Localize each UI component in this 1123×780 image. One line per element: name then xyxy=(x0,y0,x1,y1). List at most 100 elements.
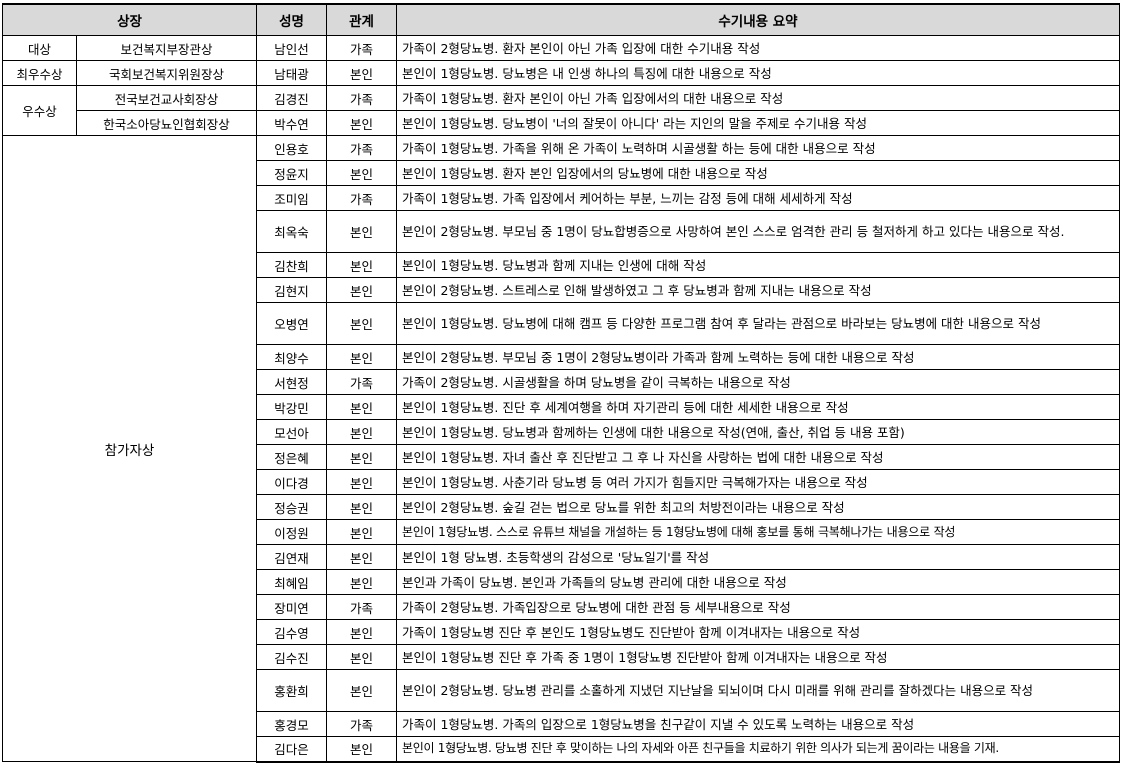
name-cell: 홍경모 xyxy=(256,711,327,737)
name-cell: 오병연 xyxy=(256,302,327,345)
relation-cell: 본인 xyxy=(326,469,397,495)
header-award: 상장 xyxy=(2,3,257,36)
name-cell: 인용호 xyxy=(256,135,327,161)
header-relation: 관계 xyxy=(326,3,397,36)
name-cell: 남태광 xyxy=(256,60,327,86)
relation-cell: 가족 xyxy=(326,135,397,161)
name-cell: 정승권 xyxy=(256,494,327,520)
summary-cell: 본인이 1형당뇨병. 자녀 출산 후 진단받고 그 후 나 자신을 사랑하는 법… xyxy=(396,444,1120,470)
name-cell: 장미연 xyxy=(256,594,327,620)
relation-cell: 본인 xyxy=(326,210,397,253)
relation-cell: 본인 xyxy=(326,569,397,595)
name-cell: 최옥숙 xyxy=(256,210,327,253)
summary-cell: 본인이 1형당뇨병 진단 후 가족 중 1명이 1형당뇨병 진단받아 함께 이겨… xyxy=(396,644,1120,670)
name-cell: 정윤지 xyxy=(256,160,327,186)
name-cell: 김수영 xyxy=(256,619,327,645)
name-cell: 남인선 xyxy=(256,35,327,61)
table-row: 한국소아당뇨인협회장상 박수연 본인 본인이 1형당뇨병. 당뇨병이 '너의 잘… xyxy=(3,110,1120,136)
award-title: 한국소아당뇨인협회장상 xyxy=(76,110,257,136)
summary-cell: 본인이 1형당뇨병. 당뇨병에 대해 캠프 등 다양한 프로그램 참여 후 달라… xyxy=(396,302,1120,345)
relation-cell: 본인 xyxy=(326,160,397,186)
name-cell: 홍환희 xyxy=(256,669,327,712)
table-row: 대상 보건복지부장관상 남인선 가족 가족이 2형당뇨병. 환자 본인이 아닌 … xyxy=(2,35,1120,61)
name-cell: 박강민 xyxy=(256,394,327,420)
relation-cell: 가족 xyxy=(326,35,397,61)
award-title: 전국보건교사회장상 xyxy=(76,85,257,111)
relation-cell: 본인 xyxy=(326,736,397,763)
summary-cell: 가족이 1형당뇨병. 가족을 위해 온 가족이 노력하며 시골생활 하는 등에 … xyxy=(396,135,1120,161)
name-cell: 김연재 xyxy=(256,544,327,570)
relation-cell: 본인 xyxy=(326,619,397,645)
name-cell: 박수연 xyxy=(256,110,327,136)
relation-cell: 본인 xyxy=(326,544,397,570)
name-cell: 김찬희 xyxy=(256,252,327,278)
summary-cell: 가족이 2형당뇨병. 환자 본인이 아닌 가족 입장에 대한 수기내용 작성 xyxy=(396,35,1120,61)
name-cell: 최양수 xyxy=(256,344,327,370)
summary-cell: 본인이 2형당뇨병. 스트레스로 인해 발생하였고 그 후 당뇨병과 함께 지내… xyxy=(396,277,1120,303)
award-title: 보건복지부장관상 xyxy=(76,35,257,61)
name-cell: 김현지 xyxy=(256,277,327,303)
summary-cell: 본인과 가족이 당뇨병. 본인과 가족들의 당뇨병 관리에 대한 내용으로 작성 xyxy=(396,569,1120,595)
relation-cell: 본인 xyxy=(326,110,397,136)
table-row: 최우수상 국회보건복지위원장상 남태광 본인 본인이 1형당뇨병. 당뇨병은 내… xyxy=(2,60,1120,86)
summary-cell: 가족이 1형당뇨병 진단 후 본인도 1형당뇨병도 진단받아 함께 이겨내자는 … xyxy=(396,619,1120,645)
relation-cell: 본인 xyxy=(326,394,397,420)
summary-cell: 본인이 2형당뇨병. 부모님 중 1명이 당뇨합병증으로 사망하여 본인 스스로… xyxy=(396,210,1120,253)
table-row: 참가자상 인용호 가족 가족이 1형당뇨병. 가족을 위해 온 가족이 노력하며… xyxy=(2,135,1120,762)
award-table: 상장 성명 관계 수기내용 요약 대상 보건복지부장관상 남인선 가족 가족이 … xyxy=(2,3,1120,763)
award-category: 우수상 xyxy=(2,85,77,136)
relation-cell: 가족 xyxy=(326,711,397,737)
relation-cell: 본인 xyxy=(326,419,397,445)
relation-cell: 본인 xyxy=(326,669,397,712)
name-cell: 이다경 xyxy=(256,469,327,495)
summary-cell: 본인이 1형당뇨병. 진단 후 세계여행을 하며 자기관리 등에 대한 세세한 … xyxy=(396,394,1120,420)
relation-cell: 가족 xyxy=(326,185,397,211)
relation-cell: 본인 xyxy=(326,344,397,370)
relation-cell: 가족 xyxy=(326,594,397,620)
name-cell: 김경진 xyxy=(256,85,327,111)
summary-cell: 본인이 2형당뇨병. 당뇨병 관리를 소홀하게 지냈던 지난날을 되뇌이며 다시… xyxy=(396,669,1120,712)
summary-cell: 본인이 1형당뇨병. 스스로 유튜브 채널을 개설하는 등 1형당뇨병에 대해 … xyxy=(396,519,1120,545)
relation-cell: 본인 xyxy=(326,277,397,303)
relation-cell: 본인 xyxy=(326,519,397,545)
relation-cell: 본인 xyxy=(326,302,397,345)
summary-cell: 본인이 1형당뇨병. 사춘기라 당뇨병 등 여러 가지가 힘들지만 극복해가자는… xyxy=(396,469,1120,495)
relation-cell: 본인 xyxy=(326,60,397,86)
name-cell: 모선아 xyxy=(256,419,327,445)
relation-cell: 본인 xyxy=(326,494,397,520)
table-row: 우수상 전국보건교사회장상 김경진 가족 가족이 1형당뇨병. 환자 본인이 아… xyxy=(2,85,1120,136)
summary-cell: 가족이 1형당뇨병. 환자 본인이 아닌 가족 입장에서의 대한 내용으로 작성 xyxy=(396,85,1120,111)
summary-cell: 가족이 1형당뇨병. 가족의 입장으로 1형당뇨병을 친구같이 지낼 수 있도록… xyxy=(396,711,1120,737)
summary-cell: 본인이 2형당뇨병. 숲길 걷는 법으로 당뇨를 위한 최고의 처방전이라는 내… xyxy=(396,494,1120,520)
summary-cell: 본인이 1형당뇨병. 당뇨병과 함께하는 인생에 대한 내용으로 작성(연애, … xyxy=(396,419,1120,445)
name-cell: 조미임 xyxy=(256,185,327,211)
award-category: 참가자상 xyxy=(2,135,257,762)
name-cell: 최혜임 xyxy=(256,569,327,595)
name-cell: 김다은 xyxy=(256,736,327,763)
summary-cell: 가족이 2형당뇨병. 가족입장으로 당뇨병에 대한 관점 등 세부내용으로 작성 xyxy=(396,594,1120,620)
name-cell: 김수진 xyxy=(256,644,327,670)
header-name: 성명 xyxy=(256,3,327,36)
summary-cell: 본인이 1형당뇨병. 당뇨병이 '너의 잘못이 아니다' 라는 지인의 말을 주… xyxy=(396,110,1120,136)
document-page: 상장 성명 관계 수기내용 요약 대상 보건복지부장관상 남인선 가족 가족이 … xyxy=(0,0,1123,780)
header-summary: 수기내용 요약 xyxy=(396,3,1120,36)
summary-cell: 본인이 1형당뇨병. 당뇨병은 내 인생 하나의 특징에 대한 내용으로 작성 xyxy=(396,60,1120,86)
award-category: 대상 xyxy=(2,35,77,61)
summary-cell: 본인이 1형당뇨병. 환자 본인 입장에서의 당뇨병에 대한 내용으로 작성 xyxy=(396,160,1120,186)
table-header-row: 상장 성명 관계 수기내용 요약 xyxy=(2,3,1120,36)
name-cell: 정은혜 xyxy=(256,444,327,470)
relation-cell: 본인 xyxy=(326,644,397,670)
summary-cell: 가족이 2형당뇨병. 시골생활을 하며 당뇨병을 같이 극복하는 내용으로 작성 xyxy=(396,369,1120,395)
summary-cell: 본인이 1형당뇨병. 당뇨병 진단 후 맞이하는 나의 자세와 아픈 친구들을 … xyxy=(396,736,1120,763)
summary-cell: 본인이 1형 당뇨병. 초등학생의 감성으로 '당뇨일기'를 작성 xyxy=(396,544,1120,570)
relation-cell: 본인 xyxy=(326,252,397,278)
award-category: 최우수상 xyxy=(2,60,77,86)
relation-cell: 본인 xyxy=(326,444,397,470)
summary-cell: 본인이 1형당뇨병. 당뇨병과 함께 지내는 인생에 대해 작성 xyxy=(396,252,1120,278)
name-cell: 이정원 xyxy=(256,519,327,545)
relation-cell: 가족 xyxy=(326,369,397,395)
summary-cell: 가족이 1형당뇨병. 가족 입장에서 케어하는 부분, 느끼는 감정 등에 대해… xyxy=(396,185,1120,211)
relation-cell: 가족 xyxy=(326,85,397,111)
award-title: 국회보건복지위원장상 xyxy=(76,60,257,86)
summary-cell: 본인이 2형당뇨병. 부모님 중 1명이 2형당뇨병이라 가족과 함께 노력하는… xyxy=(396,344,1120,370)
